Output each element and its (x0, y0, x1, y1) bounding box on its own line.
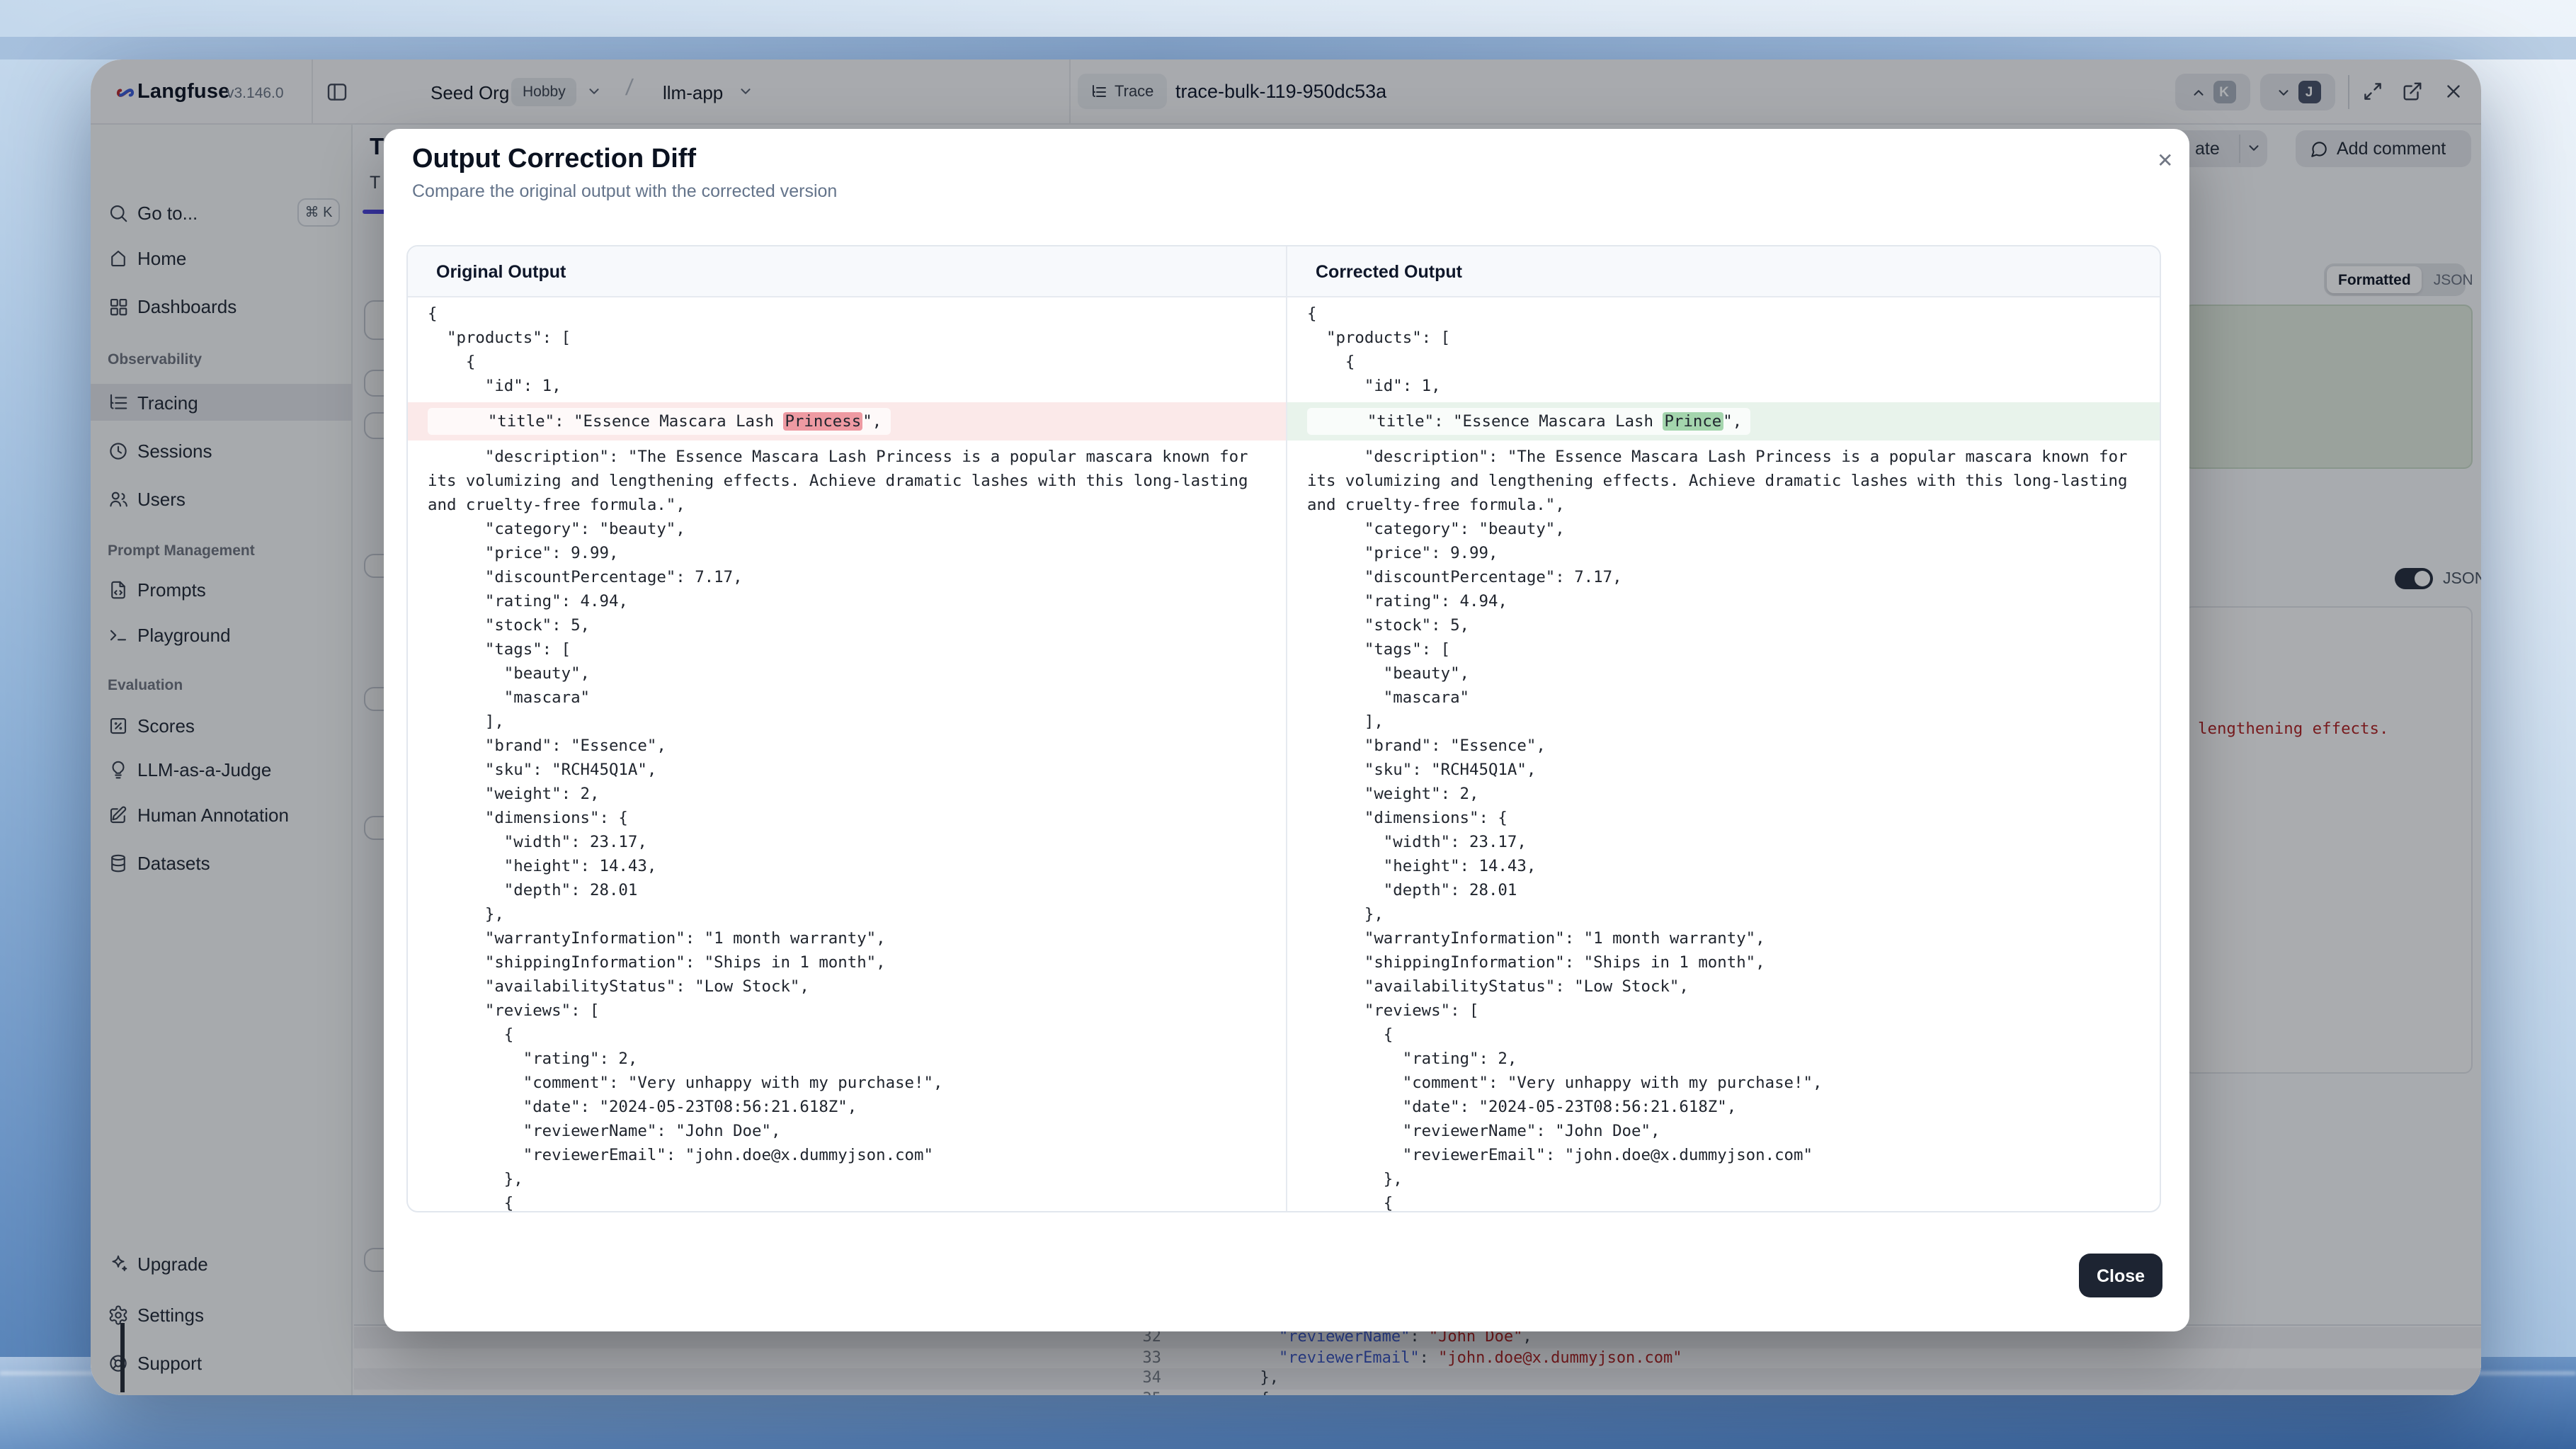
code-line: "id": 1, (428, 374, 1269, 398)
code-line: }, (428, 902, 1269, 926)
code-line: "tags": [ (1307, 637, 2145, 661)
code-line: "price": 9.99, (428, 541, 1269, 565)
app-window: Langfuse v3.146.0 Seed Org Hobby / llm-a… (91, 59, 2481, 1395)
code-line: "stock": 5, (428, 613, 1269, 637)
code-line: "sku": "RCH45Q1A", (428, 758, 1269, 782)
code-line: "rating": 4.94, (1307, 589, 2145, 613)
code-line: "comment": "Very unhappy with my purchas… (428, 1071, 1269, 1095)
code-line: "width": 23.17, (428, 830, 1269, 854)
code-line: }, (1307, 902, 2145, 926)
code-line: { (1307, 1023, 2145, 1047)
code-line: { (428, 1191, 1269, 1212)
wallpaper-band (0, 37, 2576, 59)
code-line: "tags": [ (428, 637, 1269, 661)
code-line: ], (1307, 710, 2145, 734)
modal-close-icon[interactable]: ✕ (2157, 149, 2173, 173)
code-line: "date": "2024-05-23T08:56:21.618Z", (1307, 1095, 2145, 1119)
code-line: "depth": 28.01 (428, 878, 1269, 902)
code-line: "dimensions": { (428, 806, 1269, 830)
diff-card: Original Output Corrected Output { "prod… (406, 245, 2161, 1212)
code-line: "discountPercentage": 7.17, (428, 565, 1269, 589)
code-line: "rating": 4.94, (428, 589, 1269, 613)
diff-card-header: Original Output Corrected Output (408, 246, 2160, 297)
code-line: "warrantyInformation": "1 month warranty… (428, 926, 1269, 950)
diff-line-added: "title": "Essence Mascara Lash Prince", (1287, 402, 2161, 441)
corrected-output-code: { "products": [ { "id": 1, "title": "Ess… (1287, 297, 2161, 1212)
code-line: "availabilityStatus": "Low Stock", (1307, 974, 2145, 999)
code-line: "comment": "Very unhappy with my purchas… (1307, 1071, 2145, 1095)
code-line: { (1307, 1191, 2145, 1212)
column-divider (1286, 246, 1287, 1212)
code-line: ], (428, 710, 1269, 734)
modal-subtitle: Compare the original output with the cor… (412, 181, 837, 201)
code-line: "height": 14.43, (428, 854, 1269, 878)
code-line: "description": "The Essence Mascara Lash… (1307, 445, 2145, 517)
code-line: "width": 23.17, (1307, 830, 2145, 854)
code-line: "reviewerEmail": "john.doe@x.dummyjson.c… (1307, 1143, 2145, 1167)
code-line: "sku": "RCH45Q1A", (1307, 758, 2145, 782)
close-button[interactable]: Close (2079, 1254, 2162, 1297)
diff-line-content: "title": "Essence Mascara Lash Prince", (1307, 408, 1750, 435)
code-line: "dimensions": { (1307, 806, 2145, 830)
original-output-header: Original Output (436, 262, 566, 282)
code-line: }, (1307, 1167, 2145, 1191)
added-word: Prince (1663, 412, 1723, 431)
code-line: "height": 14.43, (1307, 854, 2145, 878)
diff-line-content: "title": "Essence Mascara Lash Princess"… (428, 408, 890, 435)
code-line: "mascara" (428, 686, 1269, 710)
code-line: "products": [ (428, 326, 1269, 350)
modal-title: Output Correction Diff (412, 144, 696, 176)
code-line: "beauty", (1307, 661, 2145, 686)
code-line: "weight": 2, (428, 782, 1269, 806)
code-line: "category": "beauty", (428, 517, 1269, 541)
code-line: "reviewerName": "John Doe", (1307, 1119, 2145, 1143)
code-line: "description": "The Essence Mascara Lash… (428, 445, 1269, 517)
code-line: { (1307, 302, 2145, 326)
code-line: "brand": "Essence", (1307, 734, 2145, 758)
code-line: "depth": 28.01 (1307, 878, 2145, 902)
code-line: { (428, 1023, 1269, 1047)
code-line: "rating": 2, (1307, 1047, 2145, 1071)
removed-word: Princess (783, 412, 862, 431)
code-line: "brand": "Essence", (428, 734, 1269, 758)
code-line: "weight": 2, (1307, 782, 2145, 806)
code-line: "discountPercentage": 7.17, (1307, 565, 2145, 589)
corrected-output-header: Corrected Output (1316, 262, 1462, 282)
code-line: "reviews": [ (428, 999, 1269, 1023)
output-correction-diff-modal: Output Correction Diff Compare the origi… (384, 129, 2189, 1331)
code-line: "shippingInformation": "Ships in 1 month… (428, 950, 1269, 974)
code-line: "shippingInformation": "Ships in 1 month… (1307, 950, 2145, 974)
code-line: "availabilityStatus": "Low Stock", (428, 974, 1269, 999)
code-line: "rating": 2, (428, 1047, 1269, 1071)
code-line: "mascara" (1307, 686, 2145, 710)
original-output-code: { "products": [ { "id": 1, "title": "Ess… (408, 297, 1286, 1212)
code-line: "stock": 5, (1307, 613, 2145, 637)
code-line: "date": "2024-05-23T08:56:21.618Z", (428, 1095, 1269, 1119)
diff-line-removed: "title": "Essence Mascara Lash Princess"… (408, 402, 1286, 441)
code-line: { (428, 302, 1269, 326)
desktop: Langfuse v3.146.0 Seed Org Hobby / llm-a… (0, 0, 2576, 1449)
code-line: }, (428, 1167, 1269, 1191)
code-line: { (428, 350, 1269, 374)
code-line: "id": 1, (1307, 374, 2145, 398)
code-line: "reviewerEmail": "john.doe@x.dummyjson.c… (428, 1143, 1269, 1167)
code-line: "reviewerName": "John Doe", (428, 1119, 1269, 1143)
code-line: "price": 9.99, (1307, 541, 2145, 565)
code-line: "warrantyInformation": "1 month warranty… (1307, 926, 2145, 950)
code-line: "category": "beauty", (1307, 517, 2145, 541)
code-line: "beauty", (428, 661, 1269, 686)
code-line: "reviews": [ (1307, 999, 2145, 1023)
code-line: "products": [ (1307, 326, 2145, 350)
code-line: { (1307, 350, 2145, 374)
